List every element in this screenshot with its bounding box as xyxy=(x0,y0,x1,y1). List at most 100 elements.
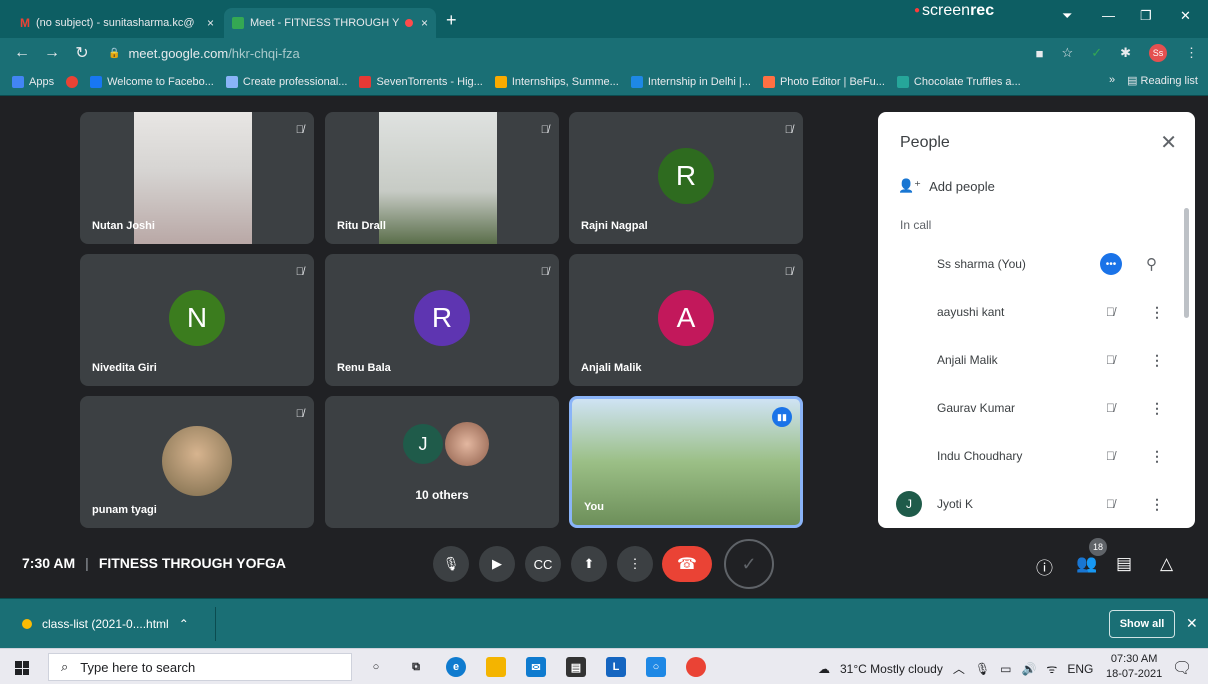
notification-icon[interactable]: 🗨 xyxy=(1172,658,1192,678)
taskbar-clock[interactable]: 07:30 AM 18-07-2021 xyxy=(1106,652,1162,682)
back-icon[interactable]: ← xyxy=(14,44,30,62)
mail-icon[interactable]: ✉ xyxy=(526,657,546,677)
mic-off-icon: 🎙̸ xyxy=(295,408,304,420)
more-vert-icon[interactable]: ⋮ xyxy=(1150,352,1164,369)
activities-icon[interactable]: △ xyxy=(1160,554,1173,574)
cortana-icon[interactable]: ○ xyxy=(366,657,386,677)
tab-close-icon[interactable]: × xyxy=(421,16,428,30)
new-tab-button[interactable]: + xyxy=(446,10,457,31)
bookmark-apps[interactable]: Apps xyxy=(12,75,54,88)
participant-tile[interactable]: 🎙̸ punam tyagi xyxy=(80,396,314,528)
self-video-tile[interactable]: ▮▮ You xyxy=(569,396,803,528)
minimize-button[interactable]: — xyxy=(1102,8,1115,23)
language-indicator[interactable]: ENG xyxy=(1067,662,1093,676)
bookmark-google[interactable] xyxy=(66,75,79,88)
close-window-button[interactable]: ✕ xyxy=(1180,8,1191,24)
close-icon[interactable]: ✕ xyxy=(1160,130,1177,155)
more-vert-icon: ⋮ xyxy=(628,556,642,571)
menu-icon[interactable]: ⋮ xyxy=(1185,45,1198,61)
profile-menu-icon[interactable]: ⏷ xyxy=(1062,8,1072,24)
participant-row[interactable]: Anjali Malik 🎙̸ ⋮ xyxy=(878,336,1188,384)
more-vert-icon[interactable]: ⋮ xyxy=(1150,304,1164,321)
add-people-button[interactable]: 👤⁺ Add people xyxy=(898,178,995,194)
participant-avatar: J xyxy=(896,491,922,517)
bookmark-label: Photo Editor | BeFu... xyxy=(779,75,885,88)
participant-row[interactable]: Gaurav Kumar 🎙̸ ⋮ xyxy=(878,384,1188,432)
forward-icon[interactable]: → xyxy=(44,44,60,62)
participant-avatar: R xyxy=(658,148,714,204)
bookmark-photo-editor[interactable]: Photo Editor | BeFu... xyxy=(762,75,885,88)
windows-start-icon[interactable] xyxy=(15,661,29,675)
camera-button[interactable]: ▶ xyxy=(479,546,515,582)
check-icon[interactable]: ✓ xyxy=(1091,45,1102,61)
participant-row[interactable]: aayushi kant 🎙̸ ⋮ xyxy=(878,288,1188,336)
chat-icon[interactable]: ▤ xyxy=(1116,554,1132,574)
app-blue-icon[interactable]: ○ xyxy=(646,657,666,677)
others-tile[interactable]: J 10 others xyxy=(325,396,559,528)
more-options-icon[interactable]: ••• xyxy=(1100,253,1122,275)
tab-gmail[interactable]: M (no subject) - sunitasharma.kc@ × xyxy=(12,8,222,38)
bookmark-internships[interactable]: Internships, Summe... xyxy=(494,75,619,88)
people-icon[interactable]: 👥 xyxy=(1076,554,1097,574)
tab-meet[interactable]: Meet - FITNESS THROUGH Y × xyxy=(224,8,436,38)
battery-icon[interactable]: ▭ xyxy=(1000,662,1011,676)
bookmark-chocolate[interactable]: Chocolate Truffles a... xyxy=(896,75,1021,88)
reading-list-button[interactable]: ▤ Reading list xyxy=(1127,74,1198,87)
microphone-button[interactable]: 🎙 xyxy=(433,546,469,582)
wifi-icon[interactable]: ᯤ xyxy=(1046,660,1057,677)
participant-tile[interactable]: R 🎙̸ Renu Bala xyxy=(325,254,559,386)
captions-button[interactable]: CC xyxy=(525,546,561,582)
profile-avatar[interactable]: Ss xyxy=(1149,44,1167,62)
bookmark-seventorrents[interactable]: SevenTorrents - Hig... xyxy=(359,75,483,88)
present-button[interactable]: ⬆ xyxy=(571,546,607,582)
leave-call-button[interactable]: ☎ xyxy=(662,546,712,582)
more-vert-icon[interactable]: ⋮ xyxy=(1150,400,1164,417)
taskbar-search-field[interactable]: ⌕ Type here to search xyxy=(48,653,352,681)
more-options-button[interactable]: ⋮ xyxy=(617,546,653,582)
pin-icon[interactable]: ⚲ xyxy=(1146,255,1157,273)
participant-avatar: N xyxy=(169,290,225,346)
participant-tile[interactable]: 🎙̸ Ritu Drall xyxy=(325,112,559,244)
bookmark-create[interactable]: Create professional... xyxy=(225,75,347,88)
app-l-icon[interactable]: L xyxy=(606,657,626,677)
system-tray: ☁ 31°C Mostly cloudy ︿ 🎙 ▭ 🔊 ᯤ ENG xyxy=(818,660,1093,677)
more-vert-icon[interactable]: ⋮ xyxy=(1150,448,1164,465)
divider xyxy=(215,607,216,641)
participant-row[interactable]: J Jyoti K 🎙̸ ⋮ xyxy=(878,480,1188,528)
check-circle-icon[interactable]: ✓ xyxy=(724,539,774,589)
participant-tile[interactable]: 🎙̸ Nutan Joshi xyxy=(80,112,314,244)
chevron-up-icon[interactable]: ⌃ xyxy=(179,617,189,631)
close-icon[interactable]: ✕ xyxy=(1186,615,1198,632)
weather-text[interactable]: 31°C Mostly cloudy xyxy=(840,662,943,676)
maximize-button[interactable]: ❐ xyxy=(1140,8,1152,24)
task-view-icon[interactable]: ⧉ xyxy=(406,657,426,677)
extensions-icon[interactable]: ✱ xyxy=(1120,45,1131,61)
show-all-button[interactable]: Show all xyxy=(1109,610,1175,638)
participant-tile[interactable]: R 🎙̸ Rajni Nagpal xyxy=(569,112,803,244)
internshala-icon xyxy=(494,75,507,88)
participant-tile[interactable]: N 🎙̸ Nivedita Giri xyxy=(80,254,314,386)
bookmarks-overflow-button[interactable]: » xyxy=(1109,74,1115,87)
chevron-up-icon[interactable]: ︿ xyxy=(953,660,965,677)
edge-icon[interactable]: e xyxy=(446,657,466,677)
participant-tile[interactable]: A 🎙̸ Anjali Malik xyxy=(569,254,803,386)
reload-icon[interactable]: ↻ xyxy=(74,43,90,63)
bookmark-internship-delhi[interactable]: Internship in Delhi |... xyxy=(630,75,751,88)
info-icon[interactable]: ⓘ xyxy=(1036,554,1053,579)
tab-close-icon[interactable]: × xyxy=(207,16,214,30)
speaker-icon[interactable]: 🔊 xyxy=(1021,662,1036,676)
more-vert-icon[interactable]: ⋮ xyxy=(1150,496,1164,513)
store-icon[interactable]: ▤ xyxy=(566,657,586,677)
file-explorer-icon[interactable] xyxy=(486,657,506,677)
url-field[interactable]: 🔒 meet.google.com/hkr-chqi-fza xyxy=(108,46,300,61)
participant-name: Rajni Nagpal xyxy=(581,220,648,232)
chrome-icon[interactable] xyxy=(686,657,706,677)
mic-icon[interactable]: 🎙 xyxy=(975,662,990,676)
camera-icon[interactable]: ■ xyxy=(1036,46,1044,61)
participant-row[interactable]: Indu Choudhary 🎙̸ ⋮ xyxy=(878,432,1188,480)
bookmarks-bar: Apps Welcome to Facebo... Create profess… xyxy=(0,68,1208,96)
participant-row[interactable]: Ss sharma (You) ••• ⚲ xyxy=(878,240,1188,288)
bookmark-facebook[interactable]: Welcome to Facebo... xyxy=(90,75,214,88)
download-item[interactable]: class-list (2021-0....html ⌃ xyxy=(22,617,189,631)
star-icon[interactable]: ☆ xyxy=(1062,45,1074,61)
